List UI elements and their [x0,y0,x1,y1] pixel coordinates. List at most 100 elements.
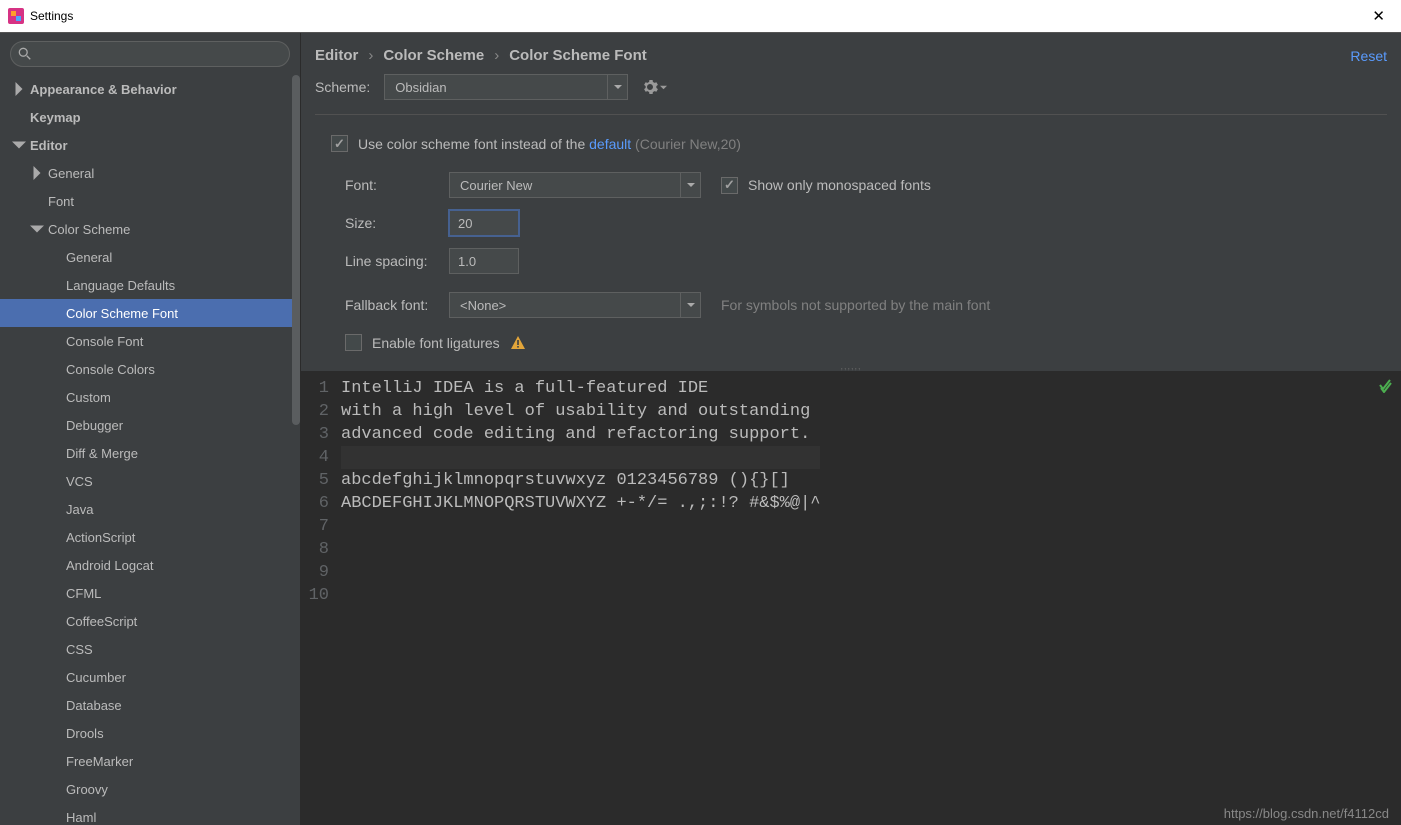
ligatures-checkbox[interactable] [345,334,362,351]
breadcrumb-color-scheme[interactable]: Color Scheme [383,47,484,64]
inspection-icon[interactable] [1377,377,1393,393]
code-line: ABCDEFGHIJKLMNOPQRSTUVWXYZ +-*/= .,;:!? … [341,492,820,515]
tree-item-label: General [48,166,94,181]
main-panel: Editor › Color Scheme › Color Scheme Fon… [301,33,1401,825]
tree-item[interactable]: Font [0,187,300,215]
tree-item[interactable]: Appearance & Behavior [0,75,300,103]
titlebar: Settings ✕ [0,0,1401,32]
tree-item-label: Language Defaults [66,278,175,293]
monospaced-checkbox[interactable] [721,177,738,194]
chevron-down-icon[interactable] [607,75,627,99]
breadcrumb-sep: › [368,47,373,64]
tree-item[interactable]: General [0,159,300,187]
tree-item[interactable]: Console Colors [0,355,300,383]
fallback-value: <None> [450,298,516,313]
tree-item-label: Drools [66,726,104,741]
use-scheme-font-label: Use color scheme font instead of the def… [358,136,741,152]
tree-item[interactable]: Console Font [0,327,300,355]
tree-item[interactable]: Android Logcat [0,551,300,579]
code-line [341,515,820,538]
line-number: 7 [301,515,329,538]
tree-item-label: Editor [30,138,68,153]
breadcrumb-editor[interactable]: Editor [315,47,358,64]
line-spacing-label: Line spacing: [331,253,449,269]
tree-item[interactable]: Drools [0,719,300,747]
tree-item-label: Debugger [66,418,123,433]
tree-item[interactable]: Keymap [0,103,300,131]
tree-item[interactable]: CoffeeScript [0,607,300,635]
gutter: 12345678910 [301,371,337,825]
use-scheme-font-checkbox[interactable] [331,135,348,152]
scheme-combo[interactable]: Obsidian [384,74,628,100]
line-number: 3 [301,423,329,446]
tree-item[interactable]: Language Defaults [0,271,300,299]
tree-item[interactable]: Debugger [0,411,300,439]
tree-item-label: VCS [66,474,93,489]
breadcrumb-row: Editor › Color Scheme › Color Scheme Fon… [301,33,1401,74]
fallback-combo[interactable]: <None> [449,292,701,318]
tree-item-label: Console Colors [66,362,155,377]
splitter-handle[interactable]: ,,,,,, [301,361,1401,371]
tree-item[interactable]: Diff & Merge [0,439,300,467]
line-number: 2 [301,400,329,423]
chevron-down-icon[interactable] [680,293,700,317]
settings-tree[interactable]: Appearance & Behavior Keymap Editor General… [0,73,300,825]
tree-item[interactable]: Custom [0,383,300,411]
code-area: IntelliJ IDEA is a full-featured IDEwith… [337,371,820,825]
scheme-gear-button[interactable] [642,79,667,95]
tree-item[interactable]: Editor [0,131,300,159]
chevron-down-icon [30,222,44,236]
tree-item-label: Database [66,698,122,713]
tree-item-label: FreeMarker [66,754,133,769]
monospaced-label: Show only monospaced fonts [748,177,931,193]
fallback-help: For symbols not supported by the main fo… [721,297,990,313]
code-line [341,561,820,584]
line-number: 10 [301,584,329,607]
tree-item[interactable]: Color Scheme [0,215,300,243]
warning-icon [510,335,526,351]
code-line: with a high level of usability and outst… [341,400,820,423]
tree-item[interactable]: General [0,243,300,271]
tree-item-label: Java [66,502,93,517]
tree-item-label: CoffeeScript [66,614,137,629]
tree-item[interactable]: Color Scheme Font [0,299,300,327]
tree-item[interactable]: FreeMarker [0,747,300,775]
font-preview: 12345678910 IntelliJ IDEA is a full-feat… [301,371,1401,825]
font-value: Courier New [450,178,542,193]
tree-item[interactable]: Database [0,691,300,719]
chevron-down-icon[interactable] [680,173,700,197]
line-number: 6 [301,492,329,515]
search-input[interactable] [10,41,290,67]
breadcrumb-current: Color Scheme Font [509,47,647,64]
reset-link[interactable]: Reset [1350,48,1387,64]
size-input[interactable] [449,210,519,236]
tree-item-label: Color Scheme [48,222,130,237]
code-line [341,538,820,561]
tree-item[interactable]: Cucumber [0,663,300,691]
tree-item-label: Keymap [30,110,81,125]
tree-item[interactable]: CFML [0,579,300,607]
line-number: 8 [301,538,329,561]
default-link[interactable]: default [589,136,631,152]
scrollbar-thumb[interactable] [292,75,300,425]
code-line [341,446,820,469]
tree-item[interactable]: CSS [0,635,300,663]
tree-item[interactable]: Groovy [0,775,300,803]
close-button[interactable]: ✕ [1364,3,1393,29]
line-number: 4 [301,446,329,469]
tree-item[interactable]: ActionScript [0,523,300,551]
tree-item-label: ActionScript [66,530,135,545]
tree-item[interactable]: VCS [0,467,300,495]
font-combo[interactable]: Courier New [449,172,701,198]
tree-item[interactable]: Java [0,495,300,523]
breadcrumb: Editor › Color Scheme › Color Scheme Fon… [315,47,647,64]
line-number: 9 [301,561,329,584]
ligatures-label: Enable font ligatures [372,335,500,351]
tree-item[interactable]: Haml [0,803,300,825]
line-spacing-input[interactable] [449,248,519,274]
tree-item-label: Groovy [66,782,108,797]
search-icon [18,47,32,61]
line-number: 5 [301,469,329,492]
app-icon [8,8,24,24]
gear-icon [642,79,658,95]
